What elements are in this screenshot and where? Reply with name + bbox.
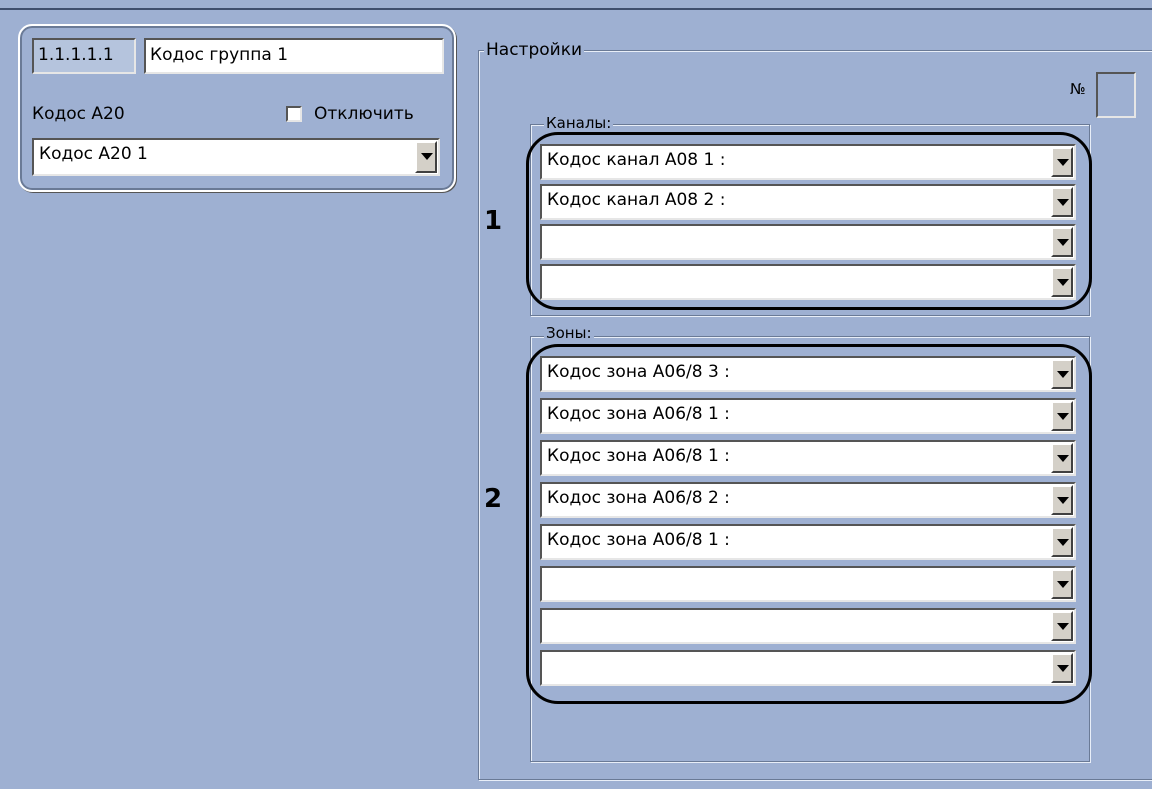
- disable-label[interactable]: Отключить: [314, 104, 414, 124]
- object-name-field[interactable]: Кодос группа 1: [144, 38, 444, 74]
- number-label: №: [1070, 80, 1086, 98]
- parent-label: Кодос А20: [32, 104, 125, 124]
- zones-title: Зоны:: [544, 324, 594, 342]
- zones-callout: [526, 344, 1092, 704]
- parent-select-value: Кодос А20 1: [39, 144, 148, 164]
- chevron-down-icon[interactable]: [415, 141, 437, 173]
- callout-marker-2: 2: [484, 484, 503, 514]
- disable-checkbox[interactable]: [286, 106, 302, 122]
- window-top-edge: [0, 0, 1152, 10]
- channels-title: Каналы:: [544, 114, 614, 132]
- number-field[interactable]: [1096, 72, 1136, 118]
- parent-select[interactable]: Кодос А20 1: [32, 138, 440, 176]
- settings-title: Настройки: [484, 40, 585, 60]
- channels-callout: [526, 132, 1092, 310]
- object-panel: 1.1.1.1.1 Кодос группа 1 Кодос А20 Отклю…: [18, 24, 456, 192]
- object-id-field: 1.1.1.1.1: [32, 38, 136, 74]
- callout-marker-1: 1: [484, 206, 503, 236]
